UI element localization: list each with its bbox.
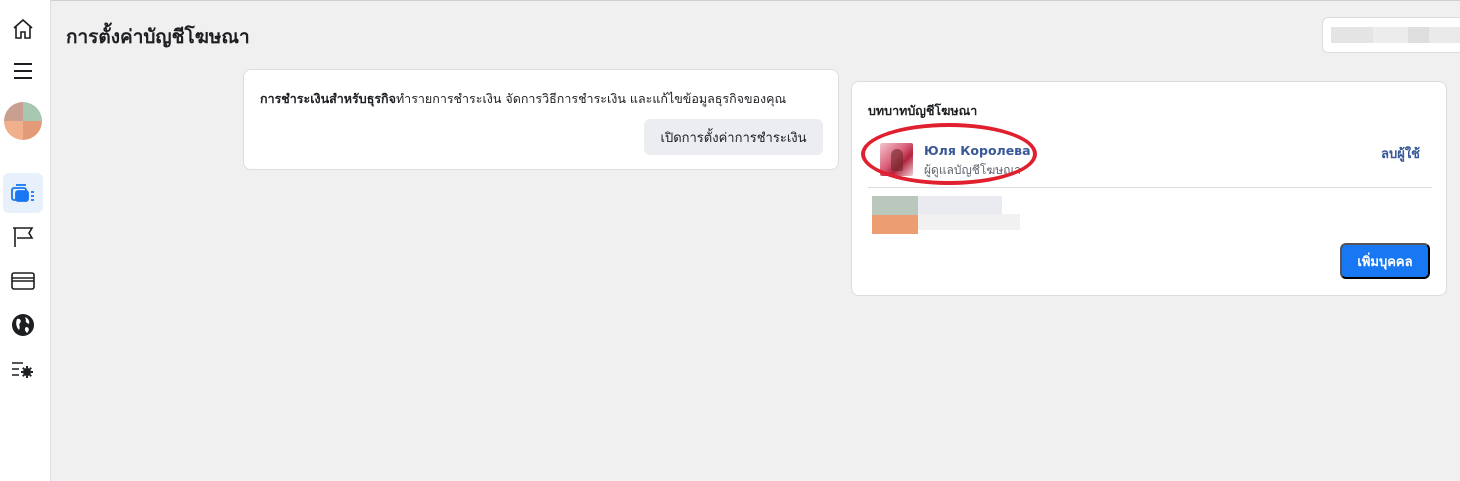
payment-description-bold: การชำระเงินสำหรับธุรกิจ <box>260 91 396 106</box>
roles-title: บทบาทบัญชีโฆษณา <box>868 103 978 118</box>
home-icon <box>13 18 33 39</box>
payment-description-text: ทำรายการชำระเงิน จัดการวิธีการชำระเงิน แ… <box>395 91 787 106</box>
billing-button[interactable] <box>3 261 43 301</box>
redacted-name <box>918 196 1002 214</box>
redacted-role <box>918 214 1020 230</box>
user-role: ผู้ดูแลบัญชีโฆษณา <box>924 163 1022 177</box>
menu-icon <box>14 63 32 79</box>
page-title: การตั้งค่าบัญชีโฆษณา <box>66 26 250 48</box>
payment-settings-card: การชำระเงินสำหรับธุรกิจทำรายการชำระเงิน … <box>243 69 839 170</box>
ad-accounts-button[interactable] <box>3 173 43 213</box>
home-button[interactable] <box>3 9 43 49</box>
divider <box>868 187 1432 188</box>
left-nav-rail <box>0 0 51 481</box>
open-payment-settings-button[interactable]: เปิดการตั้งค่าการชำระเงิน <box>644 119 823 155</box>
payment-description: การชำระเงินสำหรับธุรกิจทำรายการชำระเงิน … <box>260 89 830 109</box>
add-people-button[interactable]: เพิ่มบุคคล <box>1340 243 1430 279</box>
menu-button[interactable] <box>3 51 43 91</box>
top-border <box>0 0 1460 1</box>
globe-icon <box>12 314 34 336</box>
account-selector[interactable] <box>1322 17 1460 53</box>
redacted-account-name <box>1331 27 1460 43</box>
globe-button[interactable] <box>3 305 43 345</box>
user-row: Юля Королева ผู้ดูแลบัญชีโฆษณา ลบผู้ใช้ <box>868 136 1432 186</box>
ad-account-roles-card: บทบาทบัญชีโฆษณา Юля Королева ผู้ดูแลบัญช… <box>851 81 1447 296</box>
flag-icon <box>13 227 34 247</box>
user-avatar[interactable] <box>880 143 913 176</box>
redacted-user-row <box>872 196 1022 236</box>
ad-accounts-icon <box>11 184 34 202</box>
avatar[interactable] <box>4 102 42 140</box>
settings-button[interactable] <box>3 350 43 390</box>
redacted-avatar <box>872 196 918 234</box>
pages-button[interactable] <box>3 217 43 257</box>
user-name-link[interactable]: Юля Королева <box>924 143 1031 158</box>
credit-card-icon <box>11 272 35 290</box>
settings-list-icon <box>12 362 33 378</box>
remove-user-button[interactable]: ลบผู้ใช้ <box>1381 143 1420 164</box>
